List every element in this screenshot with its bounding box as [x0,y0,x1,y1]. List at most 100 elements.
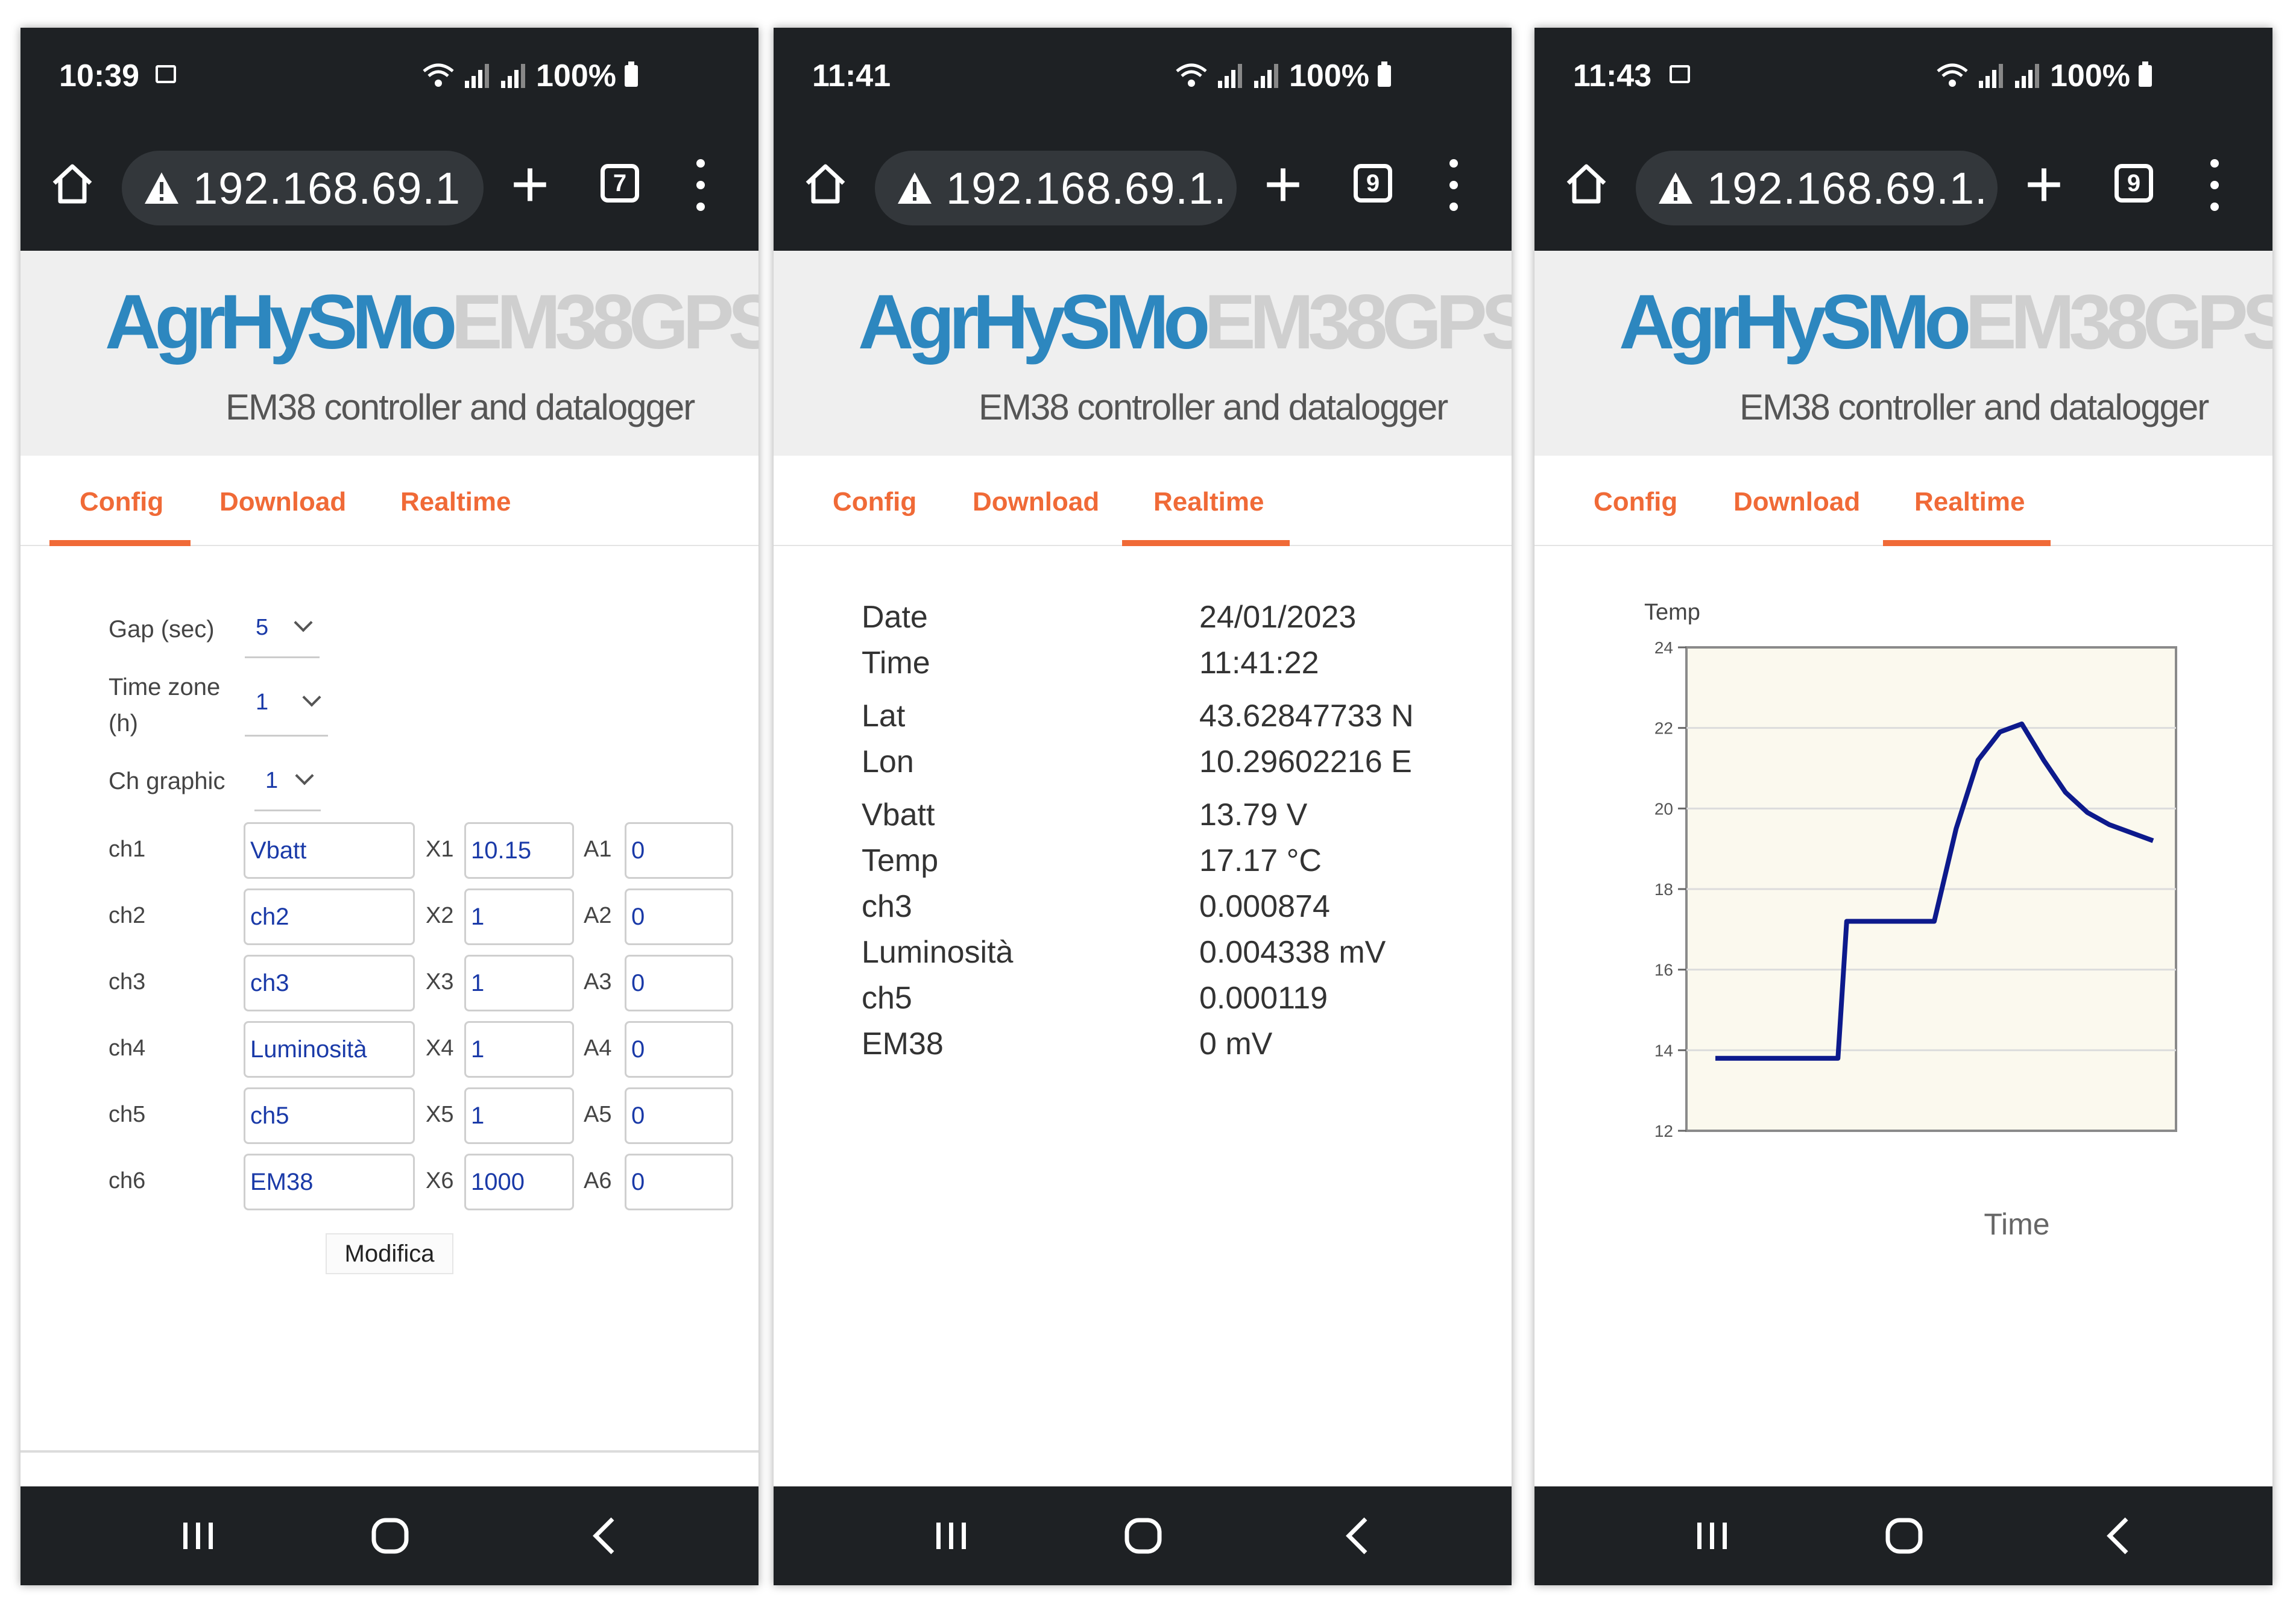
browser-toolbar: 192.168.69.1. + 9 [1534,124,2272,251]
channel-a-label: A4 [584,1036,612,1061]
home-icon[interactable] [1562,159,1610,207]
ch-graphic-select[interactable]: 1 [254,763,321,811]
signal-icon-2 [501,64,525,88]
chart-y-tick-label: 12 [1654,1122,1673,1140]
channel-name-input[interactable]: Vbatt [244,822,415,879]
tab-config[interactable]: Config [833,487,916,517]
tab-realtime[interactable]: Realtime [400,487,511,517]
home-icon[interactable] [48,159,96,207]
tab-download[interactable]: Download [973,487,1099,517]
channel-x-label: X2 [426,903,454,928]
tab-switcher-icon[interactable]: 9 [2115,164,2153,203]
channel-a-input[interactable]: 0 [625,1154,733,1210]
tagline: EM38 controller and datalogger [979,387,1448,427]
status-bar: 11:43 100% [1534,28,2272,124]
channel-a-input[interactable]: 0 [625,1021,733,1078]
site-header: AgrHySMoEM38GPS EM38 controller and data… [774,251,1512,456]
home-button-icon[interactable] [1116,1511,1170,1561]
channel-name-input[interactable]: Luminosità [244,1021,415,1078]
back-icon[interactable] [578,1511,632,1561]
channel-a-label: A5 [584,1102,612,1127]
channel-a-input[interactable]: 0 [625,1087,733,1144]
recent-apps-icon[interactable] [924,1511,979,1561]
chevron-down-icon [295,766,314,785]
back-icon[interactable] [2092,1511,2146,1561]
tagline: EM38 controller and datalogger [1739,387,2209,427]
brand-secondary: EM38GPS [451,279,758,365]
address-bar[interactable]: 192.168.69.1. [875,151,1237,225]
brand-secondary: EM38GPS [1965,279,2272,365]
tab-realtime[interactable]: Realtime [1914,487,2025,517]
tagline: EM38 controller and datalogger [226,387,695,427]
channel-x-input[interactable]: 1 [464,888,574,945]
address-bar[interactable]: 192.168.69.1. [1636,151,1998,225]
chart-y-tick-label: 18 [1654,880,1673,899]
channel-x-input[interactable]: 10.15 [464,822,574,879]
channel-a-input[interactable]: 0 [625,822,733,879]
channel-label: ch6 [109,1168,146,1193]
home-button-icon[interactable] [1877,1511,1931,1561]
warning-icon [898,172,932,204]
channel-x-label: X3 [426,969,454,995]
channel-name-input[interactable]: ch2 [244,888,415,945]
tab-switcher-icon[interactable]: 7 [601,164,639,203]
active-tab-indicator [1122,540,1290,546]
system-nav-bar [20,1486,758,1585]
new-tab-icon[interactable]: + [2011,142,2077,227]
battery-icon [2139,61,2152,87]
back-icon[interactable] [1331,1511,1385,1561]
warning-icon [1659,172,1692,204]
brand-primary: AgrHySMo [105,279,457,365]
tab-download[interactable]: Download [1733,487,1860,517]
realtime-label: Lat [862,699,906,734]
status-clock: 11:43 [1573,58,1652,93]
channel-a-input[interactable]: 0 [625,888,733,945]
channel-x-input[interactable]: 1 [464,1087,574,1144]
channel-a-label: A1 [584,837,612,862]
phone-screen-config: 10:39 100% 192.168.69.1 + 7 AgrHySMoEM38… [20,28,758,1585]
gap-select[interactable]: 5 [245,610,320,658]
signal-icon [465,64,489,88]
realtime-value: 10.29602216 E [1199,744,1412,779]
recent-apps-icon[interactable] [171,1511,226,1561]
home-button-icon[interactable] [363,1511,417,1561]
battery-percent: 100% [1289,58,1369,93]
tab-switcher-icon[interactable]: 9 [1354,164,1392,203]
overflow-menu-icon[interactable] [695,159,707,211]
channel-x-input[interactable]: 1000 [464,1154,574,1210]
new-tab-icon[interactable]: + [1250,142,1316,227]
channel-name-input[interactable]: ch5 [244,1087,415,1144]
new-tab-icon[interactable]: + [497,142,563,227]
tab-download[interactable]: Download [219,487,346,517]
brand-primary: AgrHySMo [1619,279,1971,365]
warning-icon [145,172,178,204]
modifica-button[interactable]: Modifica [326,1233,453,1274]
overflow-menu-icon[interactable] [2209,159,2221,211]
battery-percent: 100% [536,58,616,93]
recent-apps-icon[interactable] [1685,1511,1739,1561]
temp-chart: Temp Time 12 14 16 18 20 22 24 [1644,600,2177,1241]
realtime-label: ch3 [862,889,912,924]
timezone-select[interactable]: 1 [245,685,328,737]
realtime-label: Luminosità [862,935,1014,970]
channel-name-input[interactable]: EM38 [244,1154,415,1210]
overflow-menu-icon[interactable] [1448,159,1460,211]
address-bar[interactable]: 192.168.69.1 [122,151,484,225]
site-header: AgrHySMoEM38GPS EM38 controller and data… [20,251,758,456]
realtime-value: 0.000874 [1199,889,1330,924]
brand-logo: AgrHySMoEM38GPS [1619,278,2272,366]
tab-realtime[interactable]: Realtime [1153,487,1264,517]
brand-logo: AgrHySMoEM38GPS [858,278,1512,366]
gap-label: Gap (sec) [109,616,215,643]
channel-name-input[interactable]: ch3 [244,955,415,1011]
chart-y-tick-label: 20 [1654,799,1673,818]
system-nav-bar [774,1486,1512,1585]
realtime-value: 0.000119 [1199,981,1328,1016]
tab-config[interactable]: Config [1594,487,1677,517]
channel-a-input[interactable]: 0 [625,955,733,1011]
channel-x-input[interactable]: 1 [464,1021,574,1078]
tab-config[interactable]: Config [80,487,163,517]
channel-x-input[interactable]: 1 [464,955,574,1011]
home-icon[interactable] [801,159,850,207]
realtime-value: 24/01/2023 [1199,600,1357,635]
